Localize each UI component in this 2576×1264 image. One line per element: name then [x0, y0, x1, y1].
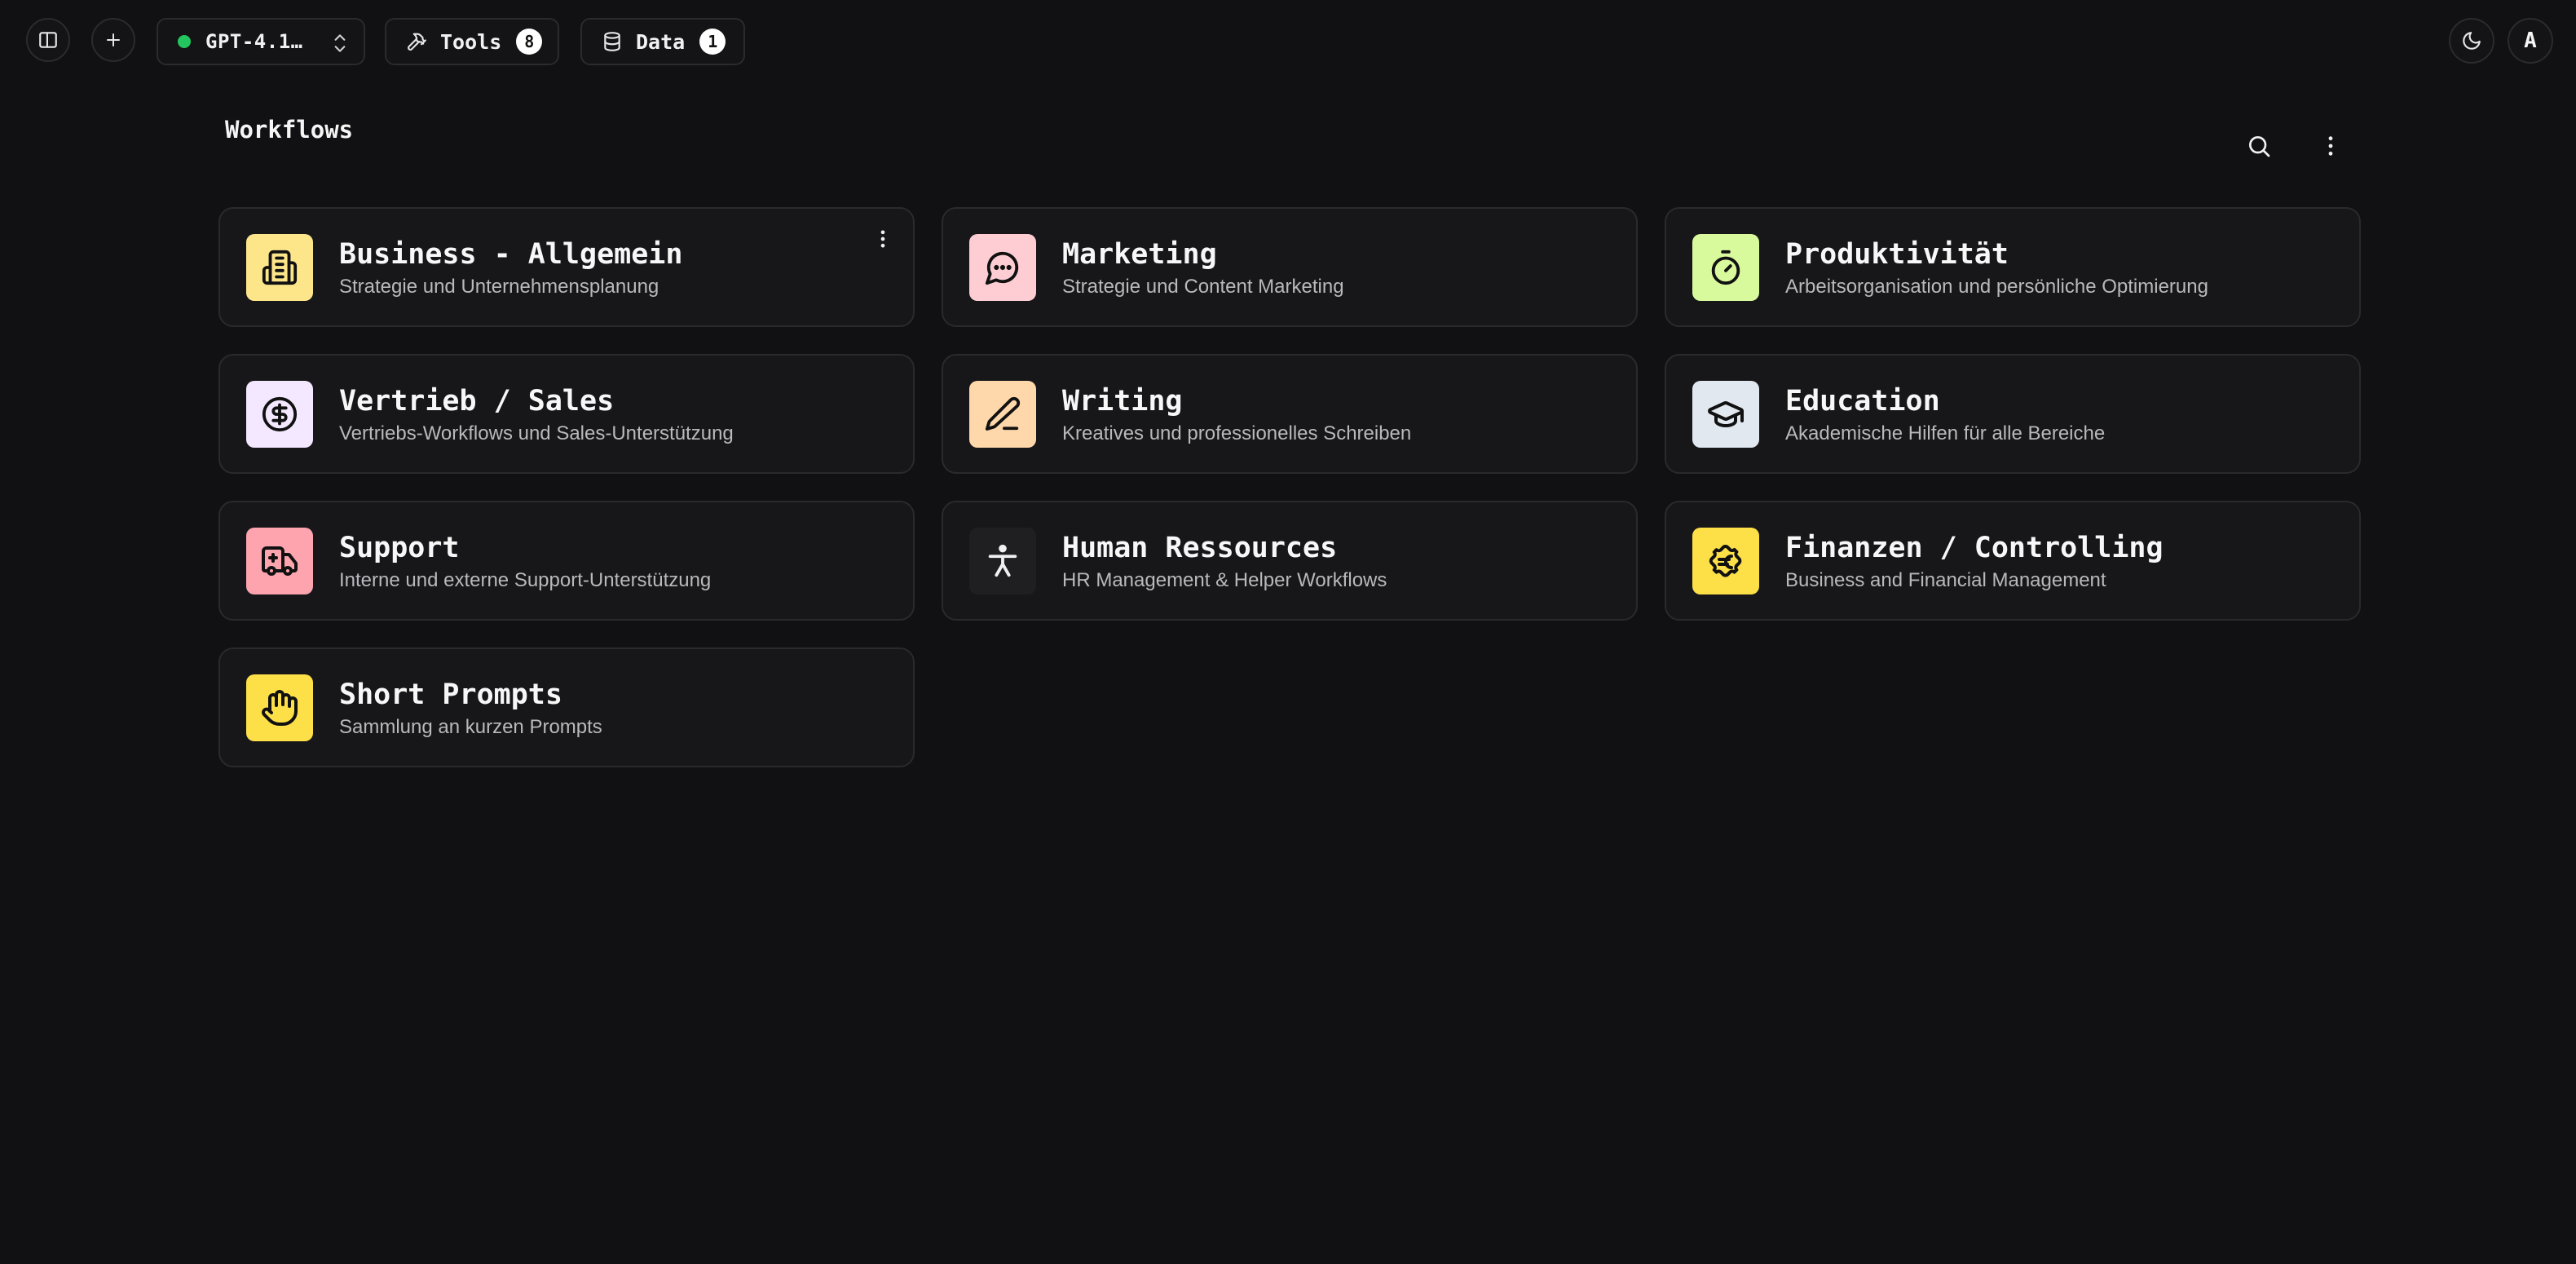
card-description: Sammlung an kurzen Prompts	[339, 715, 602, 738]
workflow-card-education[interactable]: Education Akademische Hilfen für alle Be…	[1665, 354, 2361, 474]
card-icon-tile	[969, 380, 1036, 448]
page-title: Workflows	[225, 116, 354, 144]
card-title: Produktivität	[1785, 237, 2009, 271]
plus-icon	[107, 33, 120, 46]
card-icon-tile	[1692, 380, 1759, 448]
card-icon-tile	[969, 527, 1036, 594]
more-options-button[interactable]	[2310, 126, 2351, 166]
card-title: Education	[1785, 384, 1940, 418]
workflow-card-produktivitaet[interactable]: Produktivität Arbeitsorganisation und pe…	[1665, 207, 2361, 327]
card-title: Business - Allgemein	[339, 237, 683, 271]
new-chat-button[interactable]	[91, 18, 135, 62]
card-description: Vertriebs-Workflows und Sales-Unterstütz…	[339, 422, 734, 444]
dollar-circle-icon	[262, 396, 298, 431]
tools-count-badge: 8	[516, 29, 543, 55]
building-icon	[262, 250, 298, 285]
card-title: Short Prompts	[339, 678, 562, 711]
workflow-card-support[interactable]: Support Interne und externe Support-Unte…	[218, 501, 915, 621]
ambulance-icon	[262, 546, 298, 576]
hand-icon	[262, 689, 298, 726]
card-icon-tile	[969, 233, 1036, 301]
search-button[interactable]	[2239, 126, 2279, 166]
data-count-badge: 1	[699, 29, 726, 55]
workflow-card-marketing[interactable]: Marketing Strategie und Content Marketin…	[942, 207, 1638, 327]
card-description: Kreatives und professionelles Schreiben	[1062, 422, 1412, 444]
data-label: Data	[636, 29, 686, 54]
database-icon	[604, 32, 620, 51]
hammer-icon	[408, 33, 426, 51]
card-description: Akademische Hilfen für alle Bereiche	[1785, 422, 2106, 444]
vertical-dots-icon	[880, 230, 885, 248]
chevron-up-down-icon	[334, 34, 346, 52]
card-title: Marketing	[1062, 237, 1217, 271]
card-description: HR Management & Helper Workflows	[1062, 568, 1387, 591]
theme-toggle-button[interactable]	[2449, 18, 2494, 64]
person-icon	[988, 544, 1017, 577]
card-description: Strategie und Unternehmensplanung	[339, 275, 659, 298]
model-status-dot	[178, 35, 191, 48]
graduation-cap-icon	[1708, 400, 1744, 427]
model-label: GPT-4.1…	[205, 30, 303, 53]
workflow-card-vertrieb[interactable]: Vertrieb / Sales Vertriebs-Workflows und…	[218, 354, 915, 474]
workflow-grid: Business - Allgemein Strategie und Unter…	[218, 207, 2361, 767]
card-menu-button[interactable]	[869, 225, 897, 253]
card-icon-tile	[246, 527, 313, 594]
card-icon-tile	[246, 233, 313, 301]
card-icon-tile	[246, 674, 313, 741]
search-icon	[2249, 136, 2270, 157]
card-title: Human Ressources	[1062, 531, 1338, 564]
workflow-card-short-prompts[interactable]: Short Prompts Sammlung an kurzen Prompts	[218, 647, 915, 767]
card-title: Finanzen / Controlling	[1785, 531, 2164, 564]
card-icon-tile	[246, 380, 313, 448]
card-description: Business and Financial Management	[1785, 568, 2106, 591]
model-selector[interactable]: GPT-4.1…	[157, 18, 365, 65]
card-description: Arbeitsorganisation und persönliche Opti…	[1785, 275, 2208, 298]
sidebar-toggle-button[interactable]	[26, 18, 70, 62]
card-title: Writing	[1062, 384, 1183, 418]
moon-icon	[2463, 32, 2481, 50]
chat-bubble-icon	[985, 251, 1019, 285]
vertical-dots-icon	[2328, 136, 2333, 156]
tools-label: Tools	[440, 29, 502, 54]
card-description: Strategie und Content Marketing	[1062, 275, 1344, 298]
user-avatar[interactable]: A	[2508, 18, 2553, 64]
euro-badge-icon	[1709, 544, 1742, 577]
card-icon-tile	[1692, 233, 1759, 301]
workflow-card-finanzen[interactable]: Finanzen / Controlling Business and Fina…	[1665, 501, 2361, 621]
card-title: Support	[339, 531, 460, 564]
data-button[interactable]: Data 1	[580, 18, 745, 65]
tools-button[interactable]: Tools 8	[385, 18, 559, 65]
workflow-card-writing[interactable]: Writing Kreatives und professionelles Sc…	[942, 354, 1638, 474]
workflow-card-business[interactable]: Business - Allgemein Strategie und Unter…	[218, 207, 915, 327]
stopwatch-icon	[1711, 250, 1740, 285]
card-icon-tile	[1692, 527, 1759, 594]
card-title: Vertrieb / Sales	[339, 384, 615, 418]
workflow-card-human-ressources[interactable]: Human Ressources HR Management & Helper …	[942, 501, 1638, 621]
top-bar: GPT-4.1… Tools 8 Data 1 A	[0, 0, 2576, 85]
sidebar-icon	[39, 32, 57, 48]
card-description: Interne und externe Support-Unterstützun…	[339, 568, 712, 591]
pencil-icon	[985, 396, 1021, 431]
